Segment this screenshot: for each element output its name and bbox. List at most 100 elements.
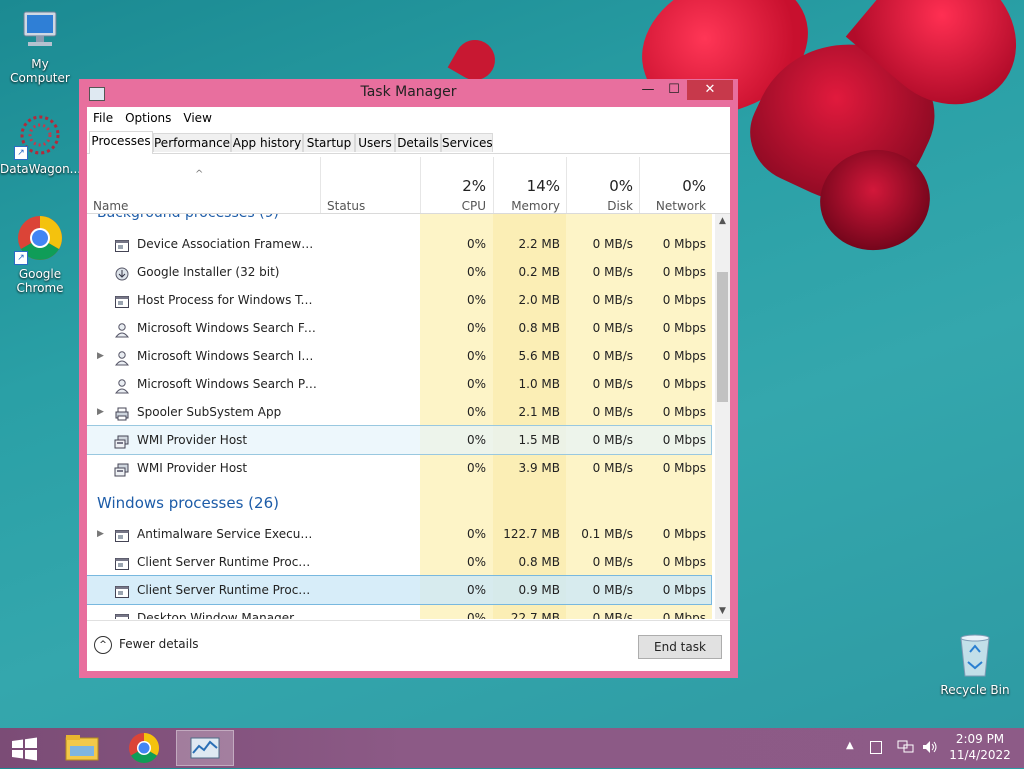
close-button[interactable]: ✕ (687, 80, 733, 100)
tab-startup[interactable]: Startup (303, 133, 355, 152)
windows-start-icon[interactable] (8, 730, 40, 766)
shortcut-arrow-icon: ↗ (14, 251, 28, 265)
process-memory: 2.2 MB (518, 237, 560, 251)
window-icon (114, 526, 130, 542)
expand-arrow-icon[interactable]: ▶ (97, 342, 104, 370)
file-explorer-icon[interactable] (60, 730, 104, 766)
task-manager-icon (190, 737, 220, 759)
process-disk: 0.1 MB/s (581, 527, 633, 541)
chevron-up-icon[interactable]: ^ (94, 636, 112, 654)
process-disk: 0 MB/s (592, 265, 633, 279)
process-network: 0 Mbps (662, 527, 706, 541)
menu-bar: File Options View (87, 107, 730, 129)
desktop-icon-label: Google Chrome (16, 267, 64, 295)
minimize-button[interactable]: — (635, 80, 661, 100)
computer-icon (23, 11, 57, 46)
menu-view[interactable]: View (183, 111, 211, 125)
process-cpu: 0% (466, 555, 486, 569)
column-header: ^ Name Status 2% CPU 14% Memory 0% Disk … (87, 157, 730, 214)
expand-arrow-icon[interactable]: ▶ (97, 398, 104, 426)
column-memory[interactable]: Memory (493, 199, 560, 213)
column-status[interactable]: Status (327, 199, 365, 213)
installer-icon (114, 264, 130, 281)
user-icon (114, 348, 130, 366)
desktop-icon-chrome[interactable]: ↗ Google Chrome (0, 214, 80, 295)
task-manager-window: Task Manager — ☐ ✕ File Options View Pro… (79, 79, 738, 678)
tab-performance[interactable]: Performance (153, 133, 231, 152)
tab-services[interactable]: Services (441, 133, 493, 152)
process-row[interactable]: Host Process for Windows Tasks 0% 2.0 MB 0 … (87, 286, 711, 314)
desktop-icon-recycle-bin[interactable]: Recycle Bin (935, 630, 1015, 697)
chrome-taskbar-icon[interactable] (122, 730, 166, 766)
process-row[interactable]: ▶ Antimalware Service Executable 0% 122.7 M… (87, 520, 711, 548)
process-name: Microsoft Windows Search Prot... (137, 377, 317, 391)
system-clock[interactable]: 2:09 PM 11/4/2022 (945, 731, 1015, 763)
fewer-details-link[interactable]: Fewer details (119, 637, 199, 651)
process-row[interactable]: Client Server Runtime Process 0% 0.8 MB 0 M… (87, 548, 711, 576)
volume-icon[interactable] (921, 739, 939, 755)
process-memory: 1.0 MB (518, 377, 560, 391)
desktop-icon-my-computer[interactable]: My Computer (0, 8, 80, 85)
group-title-windows: Windows processes (26) (97, 494, 279, 512)
network-icon[interactable] (897, 739, 915, 755)
process-row[interactable]: Desktop Window Manager 0% 22.7 MB 0 MB/s 0 M… (87, 604, 711, 619)
process-row[interactable]: Microsoft Windows Search Prot... 0% 1.0 MB… (87, 370, 711, 398)
desktop-icon-datawagon[interactable]: ↗ DataWagon... (0, 113, 81, 176)
process-row[interactable]: Google Installer (32 bit) 0% 0.2 MB 0 MB/s 0… (87, 258, 711, 286)
column-name[interactable]: Name (93, 199, 128, 213)
menu-file[interactable]: File (93, 111, 113, 125)
show-hidden-icons-icon[interactable]: ▲ (846, 740, 854, 751)
process-network: 0 Mbps (662, 237, 706, 251)
process-cpu: 0% (466, 527, 486, 541)
end-task-button[interactable]: End task (638, 635, 722, 659)
menu-options[interactable]: Options (125, 111, 171, 125)
process-cpu: 0% (466, 433, 486, 447)
disk-total: 0% (609, 177, 633, 195)
process-name: Client Server Runtime Process (137, 583, 317, 597)
process-name: WMI Provider Host (137, 433, 248, 447)
scroll-up-icon[interactable]: ▲ (715, 214, 730, 229)
tab-users[interactable]: Users (355, 133, 395, 152)
process-row[interactable]: WMI Provider Host 0% 3.9 MB 0 MB/s 0 Mbps (87, 454, 711, 482)
network-total: 0% (682, 177, 706, 195)
vertical-scrollbar[interactable]: ▲ ▼ (715, 214, 730, 619)
process-name: Desktop Window Manager (137, 611, 295, 619)
maximize-button[interactable]: ☐ (661, 80, 687, 100)
cpu-total: 2% (462, 177, 486, 195)
process-name: Device Association Framework ... (137, 237, 317, 251)
process-cpu: 0% (466, 237, 486, 251)
user-icon (114, 376, 130, 394)
process-row[interactable]: Device Association Framework ... 0% 2.2 MB… (87, 230, 711, 258)
process-name: Microsoft Windows Search Filte... (137, 321, 317, 335)
process-row[interactable]: ▶ Spooler SubSystem App 0% 2.1 MB 0 MB/s 0 Mb… (87, 398, 711, 426)
expand-arrow-icon[interactable]: ▶ (97, 520, 104, 548)
column-network[interactable]: Network (640, 199, 706, 213)
process-name: Microsoft Windows Search Inde... (137, 349, 317, 363)
tab-processes[interactable]: Processes (89, 131, 153, 154)
process-row[interactable]: Client Server Runtime Process 0% 0.9 MB 0 M… (87, 575, 712, 605)
process-network: 0 Mbps (662, 349, 706, 363)
process-row[interactable]: WMI Provider Host 0% 1.5 MB 0 MB/s 0 Mbps (87, 425, 712, 455)
process-network: 0 Mbps (662, 377, 706, 391)
process-row[interactable]: Microsoft Windows Search Filte... 0% 0.8 M… (87, 314, 711, 342)
scroll-down-icon[interactable]: ▼ (715, 604, 730, 619)
process-row[interactable]: ▶ Microsoft Windows Search Inde... 0% 5.6 M… (87, 342, 711, 370)
title-bar[interactable]: Task Manager — ☐ ✕ (79, 79, 738, 107)
tab-details[interactable]: Details (395, 133, 441, 152)
action-center-icon[interactable] (870, 741, 882, 754)
column-cpu[interactable]: CPU (420, 199, 486, 213)
process-disk: 0 MB/s (592, 583, 633, 597)
process-network: 0 Mbps (662, 321, 706, 335)
column-disk[interactable]: Disk (567, 199, 633, 213)
process-network: 0 Mbps (662, 405, 706, 419)
group-title-background: Background processes (9) (97, 214, 279, 228)
tab-app-history[interactable]: App history (231, 133, 303, 152)
column-separator[interactable] (320, 157, 321, 213)
process-network: 0 Mbps (662, 293, 706, 307)
process-memory: 0.9 MB (518, 583, 560, 597)
sort-up-icon: ^ (195, 169, 204, 180)
task-manager-taskbar-button[interactable] (176, 730, 234, 766)
process-disk: 0 MB/s (592, 349, 633, 363)
scroll-thumb[interactable] (717, 272, 728, 402)
process-name: WMI Provider Host (137, 461, 248, 475)
